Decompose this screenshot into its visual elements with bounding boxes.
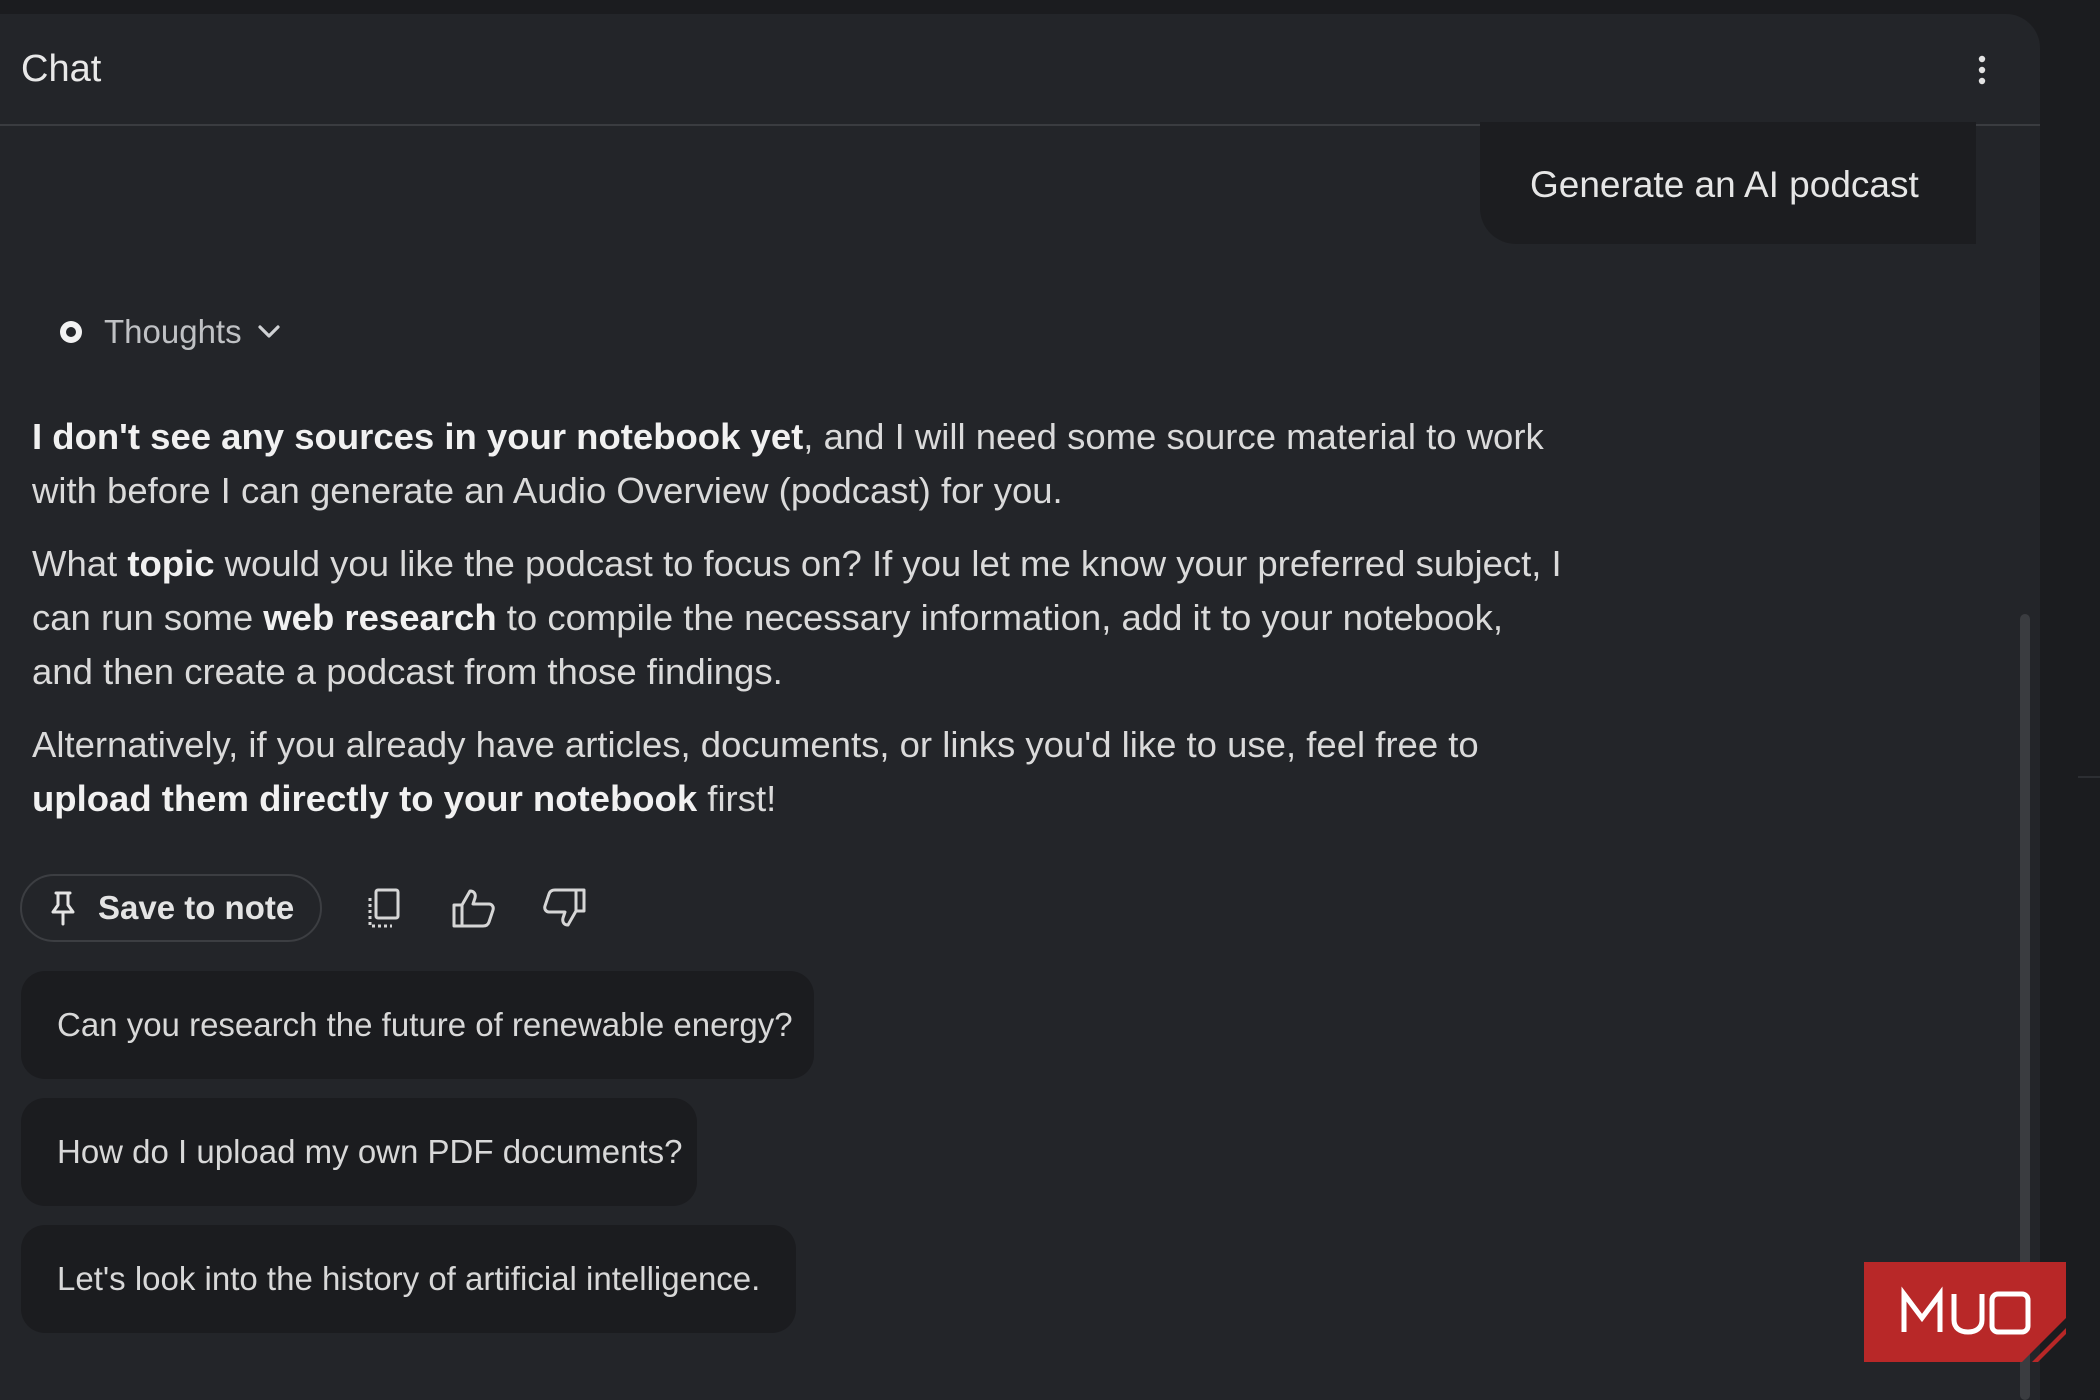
suggestion-chip[interactable]: How do I upload my own PDF documents? <box>21 1098 697 1206</box>
response-paragraph-3: Alternatively, if you already have artic… <box>32 718 1632 826</box>
chevron-down-icon <box>257 325 280 338</box>
user-message-bubble: Generate an AI podcast <box>1480 122 1976 244</box>
response-text: , and I will need some source material t… <box>803 416 1544 457</box>
response-paragraph-2: What topic would you like the podcast to… <box>32 537 1632 699</box>
more-vert-icon[interactable] <box>1962 50 2002 90</box>
muo-watermark-logo <box>1864 1262 2066 1362</box>
thumbs-up-button[interactable] <box>446 880 502 936</box>
thumbs-up-icon <box>452 889 495 928</box>
copy-icon <box>368 888 400 928</box>
thoughts-label: Thoughts <box>104 313 242 350</box>
user-message-text: Generate an AI podcast <box>1530 164 1919 205</box>
assistant-response: I don't see any sources in your notebook… <box>32 410 1632 845</box>
divider <box>2078 776 2100 778</box>
thumbs-down-icon <box>543 888 586 927</box>
response-bold-text: upload them directly to your notebook <box>32 778 698 819</box>
thoughts-status-icon <box>60 321 82 343</box>
response-text: would you like the podcast to focus on? … <box>214 543 1562 584</box>
save-to-note-button[interactable]: Save to note <box>20 874 322 942</box>
thoughts-toggle[interactable]: Thoughts <box>58 310 284 354</box>
pin-icon <box>51 891 75 926</box>
response-text: first! <box>697 778 777 819</box>
response-text: What <box>32 543 128 584</box>
app-window: Chat Generate an AI podcast Thoughts I d… <box>0 0 2100 1400</box>
response-text: with before I can generate an Audio Over… <box>32 470 1063 511</box>
response-text: can run some <box>32 597 264 638</box>
copy-button[interactable] <box>356 880 412 936</box>
suggestion-chip[interactable]: Can you research the future of renewable… <box>21 971 814 1079</box>
response-bold-text: I don't see any sources in your notebook… <box>32 416 804 457</box>
chat-title: Chat <box>21 48 102 90</box>
response-actions: Save to note <box>20 872 592 944</box>
response-bold-text: topic <box>127 543 215 584</box>
response-text: to compile the necessary information, ad… <box>496 597 1503 638</box>
response-text: Alternatively, if you already have artic… <box>32 724 1479 765</box>
save-to-note-label: Save to note <box>98 889 295 926</box>
response-paragraph-1: I don't see any sources in your notebook… <box>32 410 1632 518</box>
chat-header: Chat <box>0 14 2040 126</box>
response-bold-text: web research <box>263 597 497 638</box>
suggestion-chip[interactable]: Let's look into the history of artificia… <box>21 1225 796 1333</box>
thumbs-down-button[interactable] <box>536 880 592 936</box>
response-text: and then create a podcast from those fin… <box>32 651 783 692</box>
chat-panel: Chat Generate an AI podcast Thoughts I d… <box>0 14 2040 1400</box>
